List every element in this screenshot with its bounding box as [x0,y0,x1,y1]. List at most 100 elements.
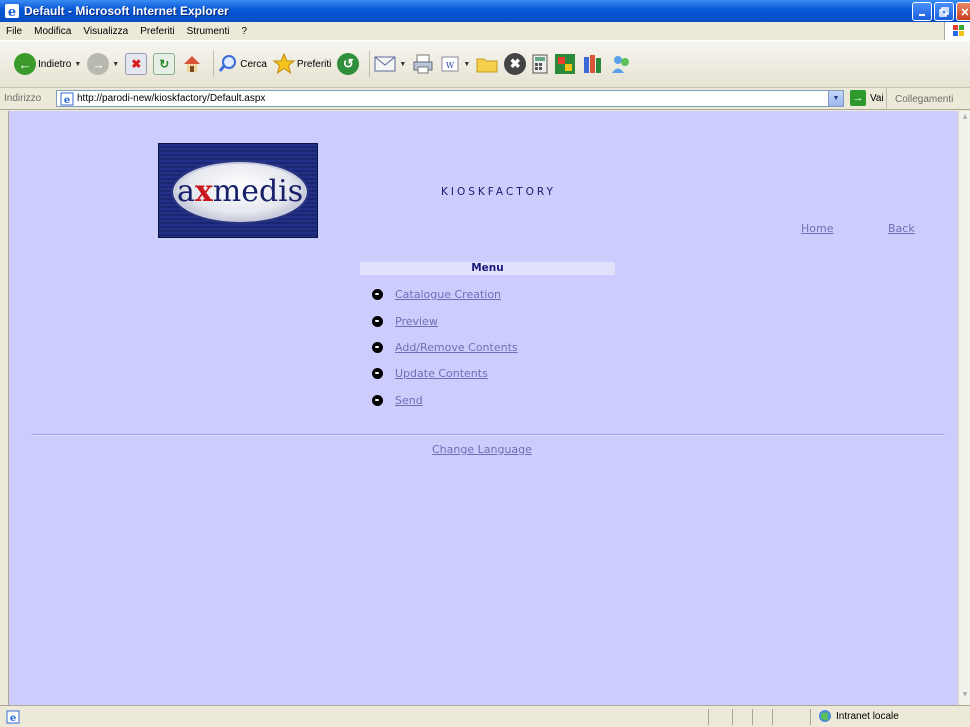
users-button[interactable] [610,53,632,75]
restore-button[interactable] [934,2,954,21]
stop-icon: ✖ [125,53,148,75]
bullet-icon [372,289,383,300]
users-icon [612,56,630,73]
search-icon [219,55,237,72]
menu-header: Menu [360,262,615,275]
menu-file[interactable]: File [0,26,28,37]
menu-modifica[interactable]: Modifica [28,26,77,37]
scroll-up-icon[interactable]: ▲ [960,113,970,125]
back-label: Indietro [38,58,72,70]
brand-title: KIOSKFACTORY [441,186,556,198]
back-button[interactable]: ← Indietro ▼ [14,53,81,75]
menu-link-add-remove-contents[interactable]: Add/Remove Contents [395,341,518,354]
windows-logo-icon [944,22,970,40]
menu-strumenti[interactable]: Strumenti [181,26,236,37]
refresh-button[interactable]: ↻ [153,53,176,75]
home-link[interactable]: Home [801,222,833,235]
menu-item-send[interactable]: Send [372,394,423,407]
printer-icon [413,54,433,74]
menu-item-add-remove-contents[interactable]: Add/Remove Contents [372,341,518,354]
bullet-icon [372,342,383,353]
bullet-icon [372,316,383,327]
status-panel [772,709,773,725]
star-icon [272,53,295,75]
vertical-scrollbar[interactable]: ▲ ▼ [958,111,970,705]
back-link[interactable]: Back [888,222,915,235]
svg-text:e: e [10,713,16,724]
menu-link-send[interactable]: Send [395,394,423,407]
toolbar-separator [369,51,371,77]
menu-link-update-contents[interactable]: Update Contents [395,367,488,380]
home-icon [184,56,201,72]
address-input[interactable]: e http://parodi-new/kioskfactory/Default… [56,90,844,107]
bullet-icon [372,368,383,379]
menu-item-catalogue-creation[interactable]: Catalogue Creation [372,288,501,301]
print-button[interactable] [412,54,434,74]
page-content: axmedis KIOSKFACTORY Home Back Menu Cata… [8,111,958,705]
page-icon: e [60,92,74,106]
status-panel [708,709,709,725]
menu-visualizza[interactable]: Visualizza [77,26,134,37]
edit-dropdown-icon[interactable]: ▼ [463,61,470,68]
logo-text-x: x [194,174,213,209]
menu-item-update-contents[interactable]: Update Contents [372,367,488,380]
messenger-icon: ✖ [504,53,527,75]
horizontal-divider [31,434,945,436]
menu-item-preview[interactable]: Preview [372,315,438,328]
menu-help[interactable]: ? [235,26,253,37]
bullet-icon [372,395,383,406]
forward-dropdown-icon[interactable]: ▼ [112,61,119,68]
status-bar: e Intranet locale [0,705,970,727]
status-panel [752,709,753,725]
ie-icon: e [5,4,19,19]
history-icon: ↺ [337,53,360,75]
intranet-globe-icon [819,710,831,722]
discuss-button[interactable] [476,55,498,73]
search-label: Cerca [240,58,267,70]
title-bar: e Default - Microsoft Internet Explorer [0,0,970,22]
go-arrow-icon: → [850,90,866,106]
forward-button[interactable]: → ▼ [87,53,119,75]
messenger-button[interactable]: ✖ [504,53,527,75]
home-button[interactable] [181,53,203,75]
address-url: http://parodi-new/kioskfactory/Default.a… [77,93,266,104]
change-language-link[interactable]: Change Language [432,443,532,456]
links-button[interactable]: Collegamenti [886,88,953,110]
search-button[interactable]: Cerca [218,54,267,74]
window-title: Default - Microsoft Internet Explorer [24,4,229,18]
mail-icon [374,56,396,72]
menu-link-catalogue-creation[interactable]: Catalogue Creation [395,288,501,301]
go-button[interactable]: → Vai [850,90,884,106]
svg-text:W: W [446,61,455,70]
menu-bar: File Modifica Visualizza Preferiti Strum… [0,22,970,40]
logo-text-rest: medis [212,174,304,209]
address-label: Indirizzo [4,93,42,104]
restore-icon [939,6,949,17]
minimize-button[interactable] [912,2,932,21]
menu-link-preview[interactable]: Preview [395,315,438,328]
page-status-icon: e [6,710,20,724]
address-bar: Indirizzo e http://parodi-new/kioskfacto… [0,88,970,110]
research-button[interactable] [582,53,604,75]
menu-preferiti[interactable]: Preferiti [134,26,180,37]
go-label: Vai [870,92,884,104]
refresh-icon: ↻ [153,53,176,75]
toolbar-separator [213,51,215,77]
zone-label: Intranet locale [836,710,899,722]
history-button[interactable]: ↺ [337,53,360,75]
stop-button[interactable]: ✖ [125,53,148,75]
mail-dropdown-icon[interactable]: ▼ [399,61,406,68]
calculator-button[interactable] [532,54,548,74]
mail-button[interactable]: ▼ [374,55,406,73]
logo-text-a: a [177,174,195,209]
pro-tool-button[interactable] [554,53,576,75]
close-icon [960,7,968,16]
favorites-button[interactable]: Preferiti [272,53,331,75]
forward-arrow-icon: → [87,53,110,75]
back-dropdown-icon[interactable]: ▼ [74,61,81,68]
scroll-down-icon[interactable]: ▼ [960,691,970,703]
address-dropdown-icon[interactable]: ▼ [828,91,843,106]
status-panel [732,709,733,725]
edit-button[interactable]: W ▼ [440,54,470,74]
close-button[interactable] [956,2,970,21]
